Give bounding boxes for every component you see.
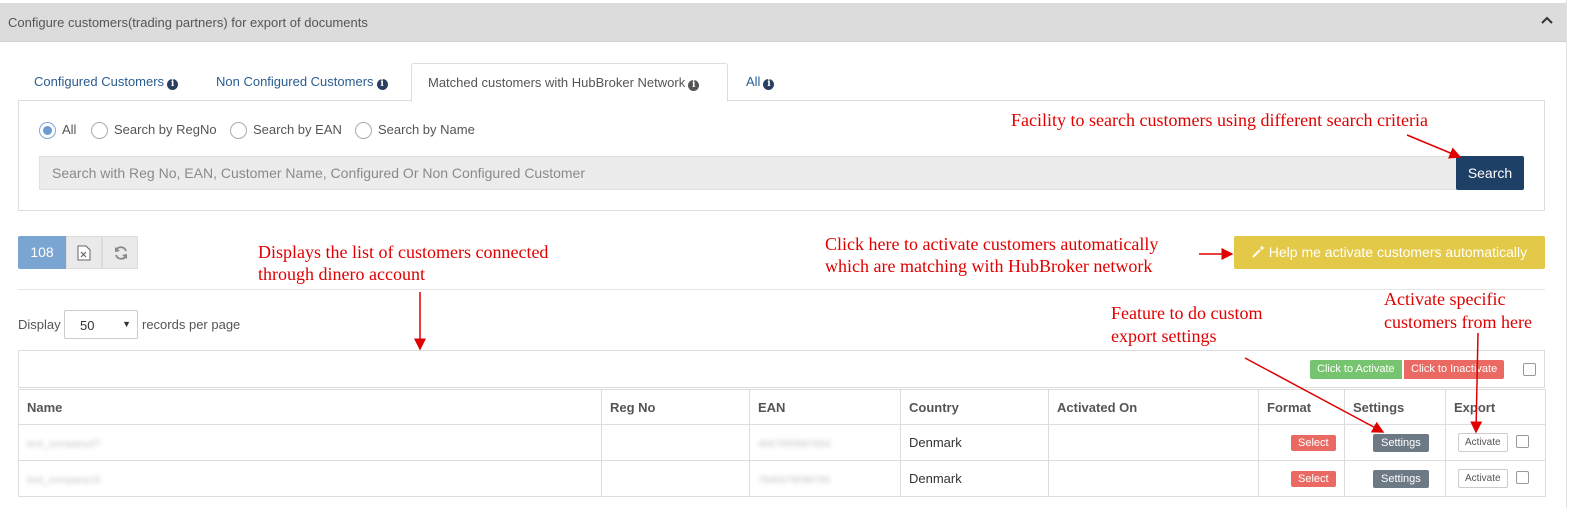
row-checkbox[interactable]: [1515, 435, 1529, 449]
bulk-inactivate-button[interactable]: Click to Inactivate: [1404, 360, 1505, 379]
info-icon: i: [167, 79, 179, 90]
bulk-action-bar: Click to Activate Click to Inactivate: [18, 350, 1545, 388]
table-header-row: Name Reg No EAN Country Activated On For…: [18, 389, 1546, 425]
radio-circle: [355, 122, 372, 140]
tab-configured-customers[interactable]: Configured Customers i: [18, 63, 179, 101]
col-header-export: Export: [1445, 389, 1546, 425]
info-icon: i: [376, 79, 388, 90]
col-header-settings: Settings: [1344, 389, 1446, 425]
tab-label: Configured Customers: [34, 74, 165, 89]
annotation-activate-line2: customers from here: [1384, 312, 1532, 332]
panel-header[interactable]: Configure customers(trading partners) fo…: [0, 3, 1566, 42]
radio-label: Search by Name: [378, 122, 475, 137]
annotation-settings-line1: Feature to do custom: [1111, 303, 1263, 323]
row-checkbox[interactable]: [1515, 471, 1529, 485]
panel-title: Configure customers(trading partners) fo…: [8, 15, 368, 30]
search-button[interactable]: Search: [1456, 156, 1524, 190]
radio-label: Search by EAN: [253, 122, 342, 137]
radio-circle: [91, 122, 108, 140]
cell-format: Select: [1258, 424, 1345, 461]
col-header-name[interactable]: Name: [18, 389, 602, 425]
radio-circle: [230, 122, 247, 140]
customers-table: Name Reg No EAN Country Activated On For…: [18, 389, 1546, 497]
cell-settings: Settings: [1344, 460, 1446, 497]
tab-bar: Configured Customers i Non Configured Cus…: [18, 63, 1545, 102]
tab-non-configured-customers[interactable]: Non Configured Customers i: [200, 63, 388, 101]
radio-search-by-name[interactable]: Search by Name: [355, 122, 475, 140]
customer-count-badge[interactable]: 108: [18, 236, 66, 269]
refresh-button[interactable]: [102, 236, 138, 269]
annotation-auto-line1: Click here to activate customers automat…: [825, 234, 1159, 254]
cell-ean: 7845678098765: [749, 460, 901, 497]
tab-label: All: [746, 74, 761, 89]
table-row: test_company16 7845678098765 Denmark Sel…: [18, 460, 1546, 497]
excel-file-icon: [77, 245, 91, 261]
select-all-checkbox[interactable]: [1523, 363, 1536, 376]
bulk-activate-button[interactable]: Click to Activate: [1310, 360, 1402, 379]
page-size-select[interactable]: 50 ▼: [64, 310, 138, 339]
annotation-settings-line2: export settings: [1111, 326, 1217, 346]
col-header-format: Format: [1258, 389, 1345, 425]
col-header-country[interactable]: Country: [900, 389, 1049, 425]
customer-ean: 7845678098765: [758, 475, 831, 486]
col-header-reg-no[interactable]: Reg No: [601, 389, 750, 425]
info-icon: i: [763, 79, 775, 90]
table-row: test_company47 4567890987654 Denmark Sel…: [18, 424, 1546, 461]
tab-label: Non Configured Customers: [216, 74, 374, 89]
annotation-list-line1: Displays the list of customers connected: [258, 242, 549, 262]
radio-circle: [39, 122, 56, 140]
settings-button[interactable]: Settings: [1373, 469, 1429, 488]
excel-export-button[interactable]: [66, 236, 102, 269]
magic-wand-icon: [1252, 245, 1265, 258]
cell-export: Activate: [1445, 460, 1546, 497]
page-border: [1566, 0, 1567, 508]
radio-label: Search by RegNo: [114, 122, 217, 137]
refresh-icon: [115, 246, 127, 260]
help-activate-automatically-button[interactable]: Help me activate customers automatically: [1234, 236, 1545, 269]
tab-all[interactable]: All i: [730, 63, 775, 101]
cell-reg-no: [601, 424, 750, 461]
cell-settings: Settings: [1344, 424, 1446, 461]
display-label: Display: [18, 317, 61, 332]
cell-reg-no: [601, 460, 750, 497]
cell-name: test_company16: [18, 460, 602, 497]
activate-button[interactable]: Activate: [1458, 433, 1508, 452]
annotation-activate-line1: Activate specific: [1384, 289, 1506, 309]
cell-ean: 4567890987654: [749, 424, 901, 461]
radio-search-by-regno[interactable]: Search by RegNo: [91, 122, 217, 140]
search-input[interactable]: [39, 156, 1457, 190]
radio-label: All: [62, 122, 77, 137]
customer-name: test_company47: [27, 439, 101, 450]
cell-format: Select: [1258, 460, 1345, 497]
cell-country: Denmark: [900, 424, 1049, 461]
col-header-activated-on[interactable]: Activated On: [1048, 389, 1259, 425]
cell-activated-on: [1048, 460, 1259, 497]
records-per-page-label: records per page: [142, 317, 241, 332]
cell-name: test_company47: [18, 424, 602, 461]
annotation-search: Facility to search customers using diffe…: [1011, 110, 1429, 130]
caret-down-icon: ▼: [122, 319, 131, 329]
annotation-auto-line2: which are matching with HubBroker networ…: [825, 256, 1153, 276]
help-button-label: Help me activate customers automatically: [1268, 244, 1528, 260]
info-icon: i: [688, 80, 700, 91]
format-select-button[interactable]: Select: [1291, 435, 1336, 451]
activate-button[interactable]: Activate: [1458, 469, 1508, 488]
col-header-ean[interactable]: EAN: [749, 389, 901, 425]
cell-country: Denmark: [900, 460, 1049, 497]
chevron-up-icon[interactable]: [1538, 12, 1556, 30]
customer-name: test_company16: [27, 475, 101, 486]
cell-export: Activate: [1445, 424, 1546, 461]
radio-all[interactable]: All: [39, 122, 77, 140]
radio-search-by-ean[interactable]: Search by EAN: [230, 122, 342, 140]
tab-matched-customers[interactable]: Matched customers with HubBroker Network…: [411, 63, 728, 102]
settings-button[interactable]: Settings: [1373, 433, 1429, 452]
divider: [18, 289, 1545, 290]
format-select-button[interactable]: Select: [1291, 471, 1336, 487]
tab-label: Matched customers with HubBroker Network: [428, 75, 686, 90]
cell-activated-on: [1048, 424, 1259, 461]
annotation-list-line2: through dinero account: [258, 264, 425, 284]
page-size-value: 50: [80, 318, 95, 333]
customer-ean: 4567890987654: [758, 439, 831, 450]
